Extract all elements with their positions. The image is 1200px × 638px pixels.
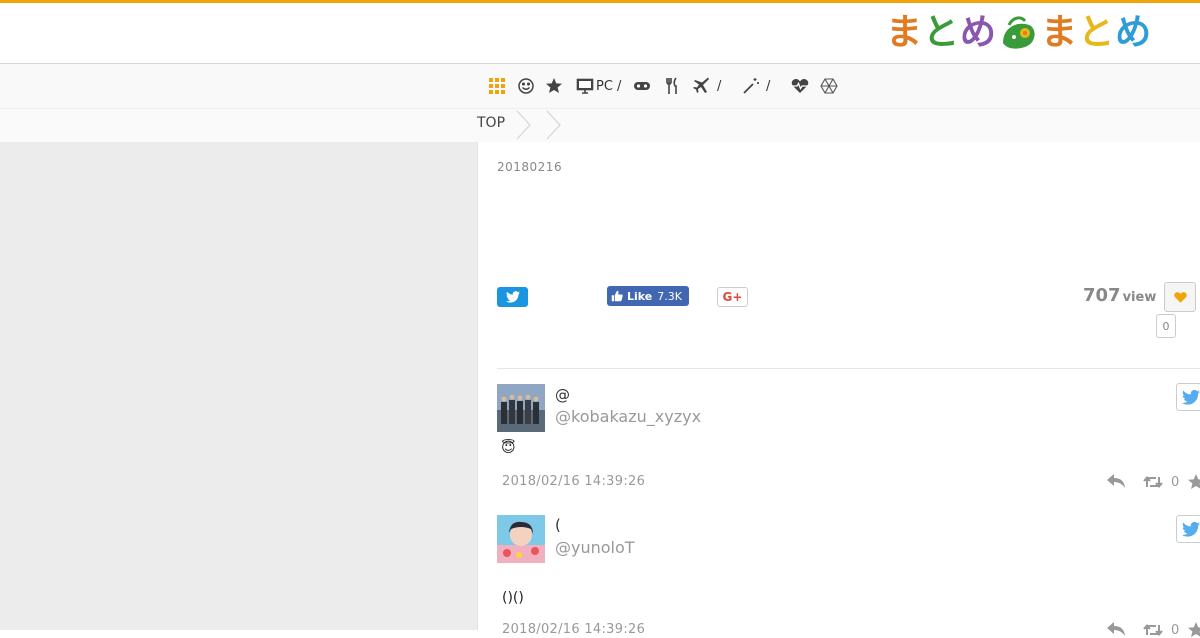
logo-char: ま — [1041, 12, 1079, 53]
retweet-button[interactable]: 0 — [1143, 474, 1179, 490]
logo-char: め — [960, 12, 998, 53]
view-count: 707 — [1083, 285, 1121, 306]
star-icon — [1188, 474, 1200, 489]
favorite-button[interactable] — [1164, 282, 1196, 312]
facebook-like-button[interactable]: Like 7.3K — [607, 286, 689, 306]
site-logo[interactable]: ま と め ま と め — [886, 11, 1152, 55]
nav-item-food[interactable] — [663, 76, 681, 96]
logo-char: と — [1078, 12, 1116, 53]
section-divider — [497, 368, 1200, 369]
gamepad-icon — [634, 82, 650, 90]
twitter-share-button[interactable] — [497, 287, 528, 307]
facebook-like-count: 7.3K — [657, 289, 682, 303]
breadcrumb-top-link[interactable]: TOP — [477, 115, 505, 131]
logo-char: ま — [886, 12, 924, 53]
plane-icon — [693, 77, 709, 93]
logo-char: め — [1115, 12, 1153, 53]
favorite-count-bubble: 0 — [1156, 314, 1176, 338]
article-date: 20180216 — [497, 160, 563, 174]
gplus-share-button[interactable]: G+ — [717, 287, 748, 307]
nav-item-travel[interactable]: / — [693, 76, 721, 96]
nav-item-all[interactable] — [488, 76, 506, 96]
reply-button[interactable] — [1106, 621, 1126, 637]
like-button[interactable] — [1188, 473, 1200, 489]
tweet-author-handle[interactable]: @kobakazu_xyzyx — [555, 407, 701, 426]
hexagon-icon — [820, 78, 838, 94]
reply-icon — [1107, 474, 1125, 488]
avatar[interactable] — [497, 515, 545, 563]
twitter-bird-icon — [1182, 389, 1200, 405]
nav-item-label: / — [717, 78, 722, 94]
twitter-bird-icon — [1182, 521, 1200, 537]
avatar[interactable] — [497, 384, 545, 432]
twitter-follow-button[interactable] — [1176, 383, 1200, 411]
tweet-author-name[interactable]: @ — [555, 386, 570, 404]
twitter-follow-button[interactable] — [1176, 515, 1200, 543]
avatar-image — [497, 515, 545, 563]
breadcrumb — [0, 108, 1200, 143]
reply-button[interactable] — [1106, 473, 1126, 489]
grid-icon — [489, 78, 505, 94]
tweet-author-name[interactable]: ( — [555, 516, 561, 534]
breadcrumb-chevron-icon — [546, 110, 561, 140]
view-counter: 707 view — [1083, 285, 1156, 306]
avatar-image — [497, 384, 545, 432]
nav-item-science[interactable] — [820, 76, 838, 96]
nav-item-beauty[interactable]: / — [742, 76, 770, 96]
nav-item-entertainment[interactable] — [517, 76, 535, 96]
heart-icon — [1173, 292, 1187, 303]
cutlery-icon — [666, 77, 677, 94]
retweet-icon — [1143, 475, 1163, 489]
monitor-icon — [576, 78, 594, 94]
nav-item-favorites[interactable] — [545, 76, 563, 96]
facebook-like-label: Like — [627, 289, 653, 303]
magic-wand-icon — [743, 78, 759, 94]
tweet-text: 😇 — [501, 440, 516, 456]
thumbs-up-icon — [611, 290, 623, 302]
category-nav: PC / / / — [0, 64, 1200, 108]
breadcrumb-chevron-icon — [516, 110, 531, 140]
view-label: view — [1122, 290, 1157, 305]
retweet-count: 0 — [1171, 622, 1180, 638]
nav-item-health[interactable] — [791, 76, 809, 96]
star-icon — [1188, 622, 1200, 637]
leaf-mascot-icon — [1003, 16, 1035, 49]
star-icon — [546, 78, 562, 93]
retweet-icon — [1143, 623, 1163, 637]
like-button[interactable] — [1188, 621, 1200, 637]
retweet-button[interactable]: 0 — [1143, 622, 1179, 638]
heartbeat-icon — [791, 79, 809, 93]
tweet-timestamp[interactable]: 2018/02/16 14:39:26 — [502, 474, 645, 489]
retweet-count: 0 — [1171, 474, 1180, 490]
logo-char: と — [923, 12, 961, 53]
nav-item-games[interactable] — [633, 76, 651, 96]
smile-icon — [518, 78, 534, 94]
twitter-bird-icon — [505, 291, 520, 303]
tweet-text: ()() — [502, 590, 524, 606]
nav-item-pc[interactable]: PC / — [576, 76, 621, 96]
nav-item-label: / — [766, 78, 771, 94]
left-sidebar — [0, 142, 477, 630]
tweet-author-handle[interactable]: @yunoloT — [555, 538, 635, 557]
reply-icon — [1107, 622, 1125, 636]
site-header: ま と め ま と め — [0, 3, 1200, 64]
nav-item-label: PC / — [596, 78, 622, 94]
